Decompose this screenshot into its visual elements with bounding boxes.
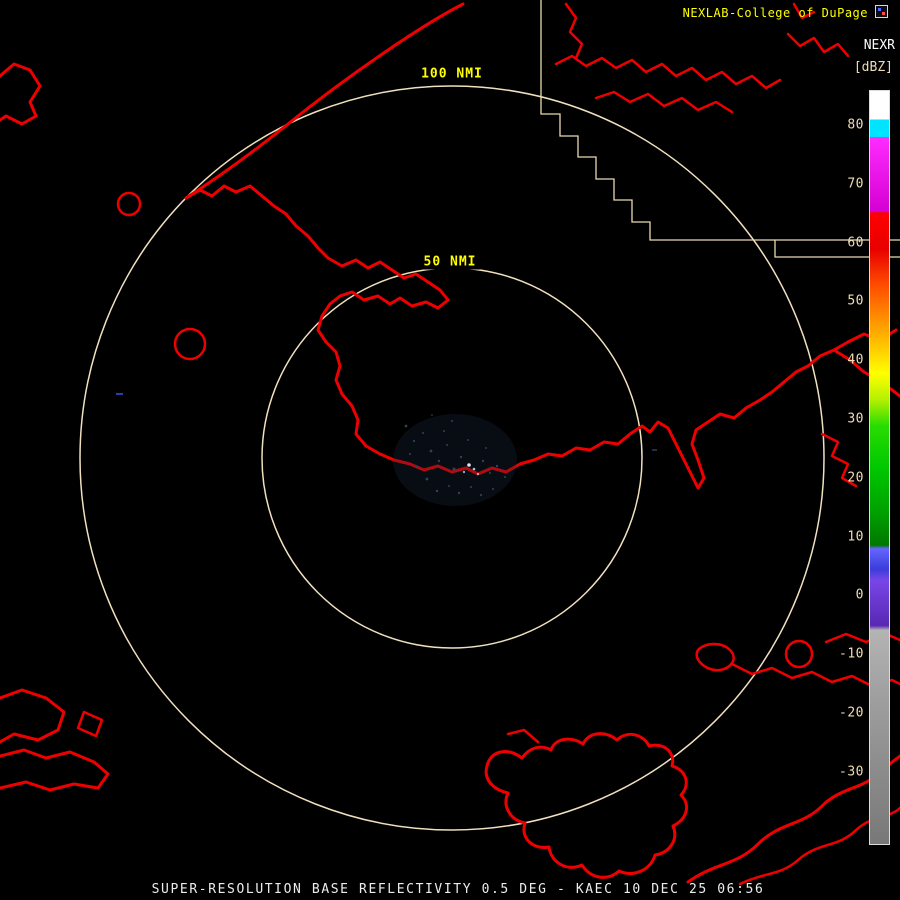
lake-circle-large (175, 329, 205, 359)
colorbar-tick: 40 (847, 353, 864, 368)
colorbar-tick: 60 (847, 235, 864, 250)
colorbar-units-label: [dBZ] (854, 60, 893, 75)
broken-image-icon (875, 5, 888, 18)
coastline-main (186, 186, 848, 488)
reflectivity-colorbar (869, 90, 890, 845)
colorbar-tick: 30 (847, 412, 864, 427)
coastline-arc (186, 4, 463, 198)
colorbar-tick-labels: 80 70 60 50 40 30 20 10 0 -10 -20 -30 (828, 90, 864, 845)
colorbar-tick: -10 (839, 647, 864, 662)
colorbar-tick: -30 (839, 764, 864, 779)
lake-circle-small (118, 193, 140, 215)
radar-echoes-bright (116, 393, 657, 475)
range-ring-label-50nmi: 50 NMI (420, 255, 481, 270)
echo-haze (393, 414, 517, 506)
radar-display: 100 NMI 50 NMI NEXLAB-College of DuPage … (0, 0, 900, 900)
colorbar-tick: 80 (847, 118, 864, 133)
colorbar-tick: 70 (847, 176, 864, 191)
product-code-label: NEXR (864, 38, 895, 53)
product-caption: SUPER-RESOLUTION BASE REFLECTIVITY 0.5 D… (152, 882, 765, 897)
colorbar-tick: 10 (847, 529, 864, 544)
colorbar-tick: -20 (839, 706, 864, 721)
range-ring-label-100nmi: 100 NMI (417, 67, 487, 82)
colorbar-tick: 50 (847, 294, 864, 309)
colorbar-tick: 20 (847, 470, 864, 485)
colorbar-tick: 0 (856, 588, 864, 603)
lake-circle-right (786, 641, 812, 667)
site-credit: NEXLAB-College of DuPage (683, 6, 868, 20)
radar-map (0, 0, 900, 900)
